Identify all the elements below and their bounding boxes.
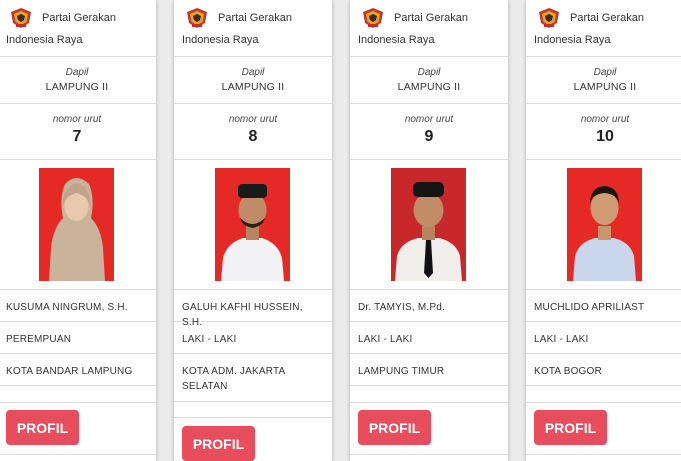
dapil-row: Dapil LAMPUNG II	[526, 57, 681, 104]
dapil-row: Dapil LAMPUNG II	[0, 57, 156, 104]
party-name-sub: Indonesia Raya	[534, 34, 611, 46]
party-logo-icon	[363, 8, 383, 28]
party-logo-icon	[539, 8, 559, 28]
gender-row: LAKI - LAKI	[526, 322, 681, 354]
nomor-value: 10	[596, 128, 614, 145]
candidate-photo	[39, 168, 114, 281]
photo-row	[174, 160, 332, 290]
candidate-photo	[215, 168, 290, 281]
photo-row	[350, 160, 508, 290]
party-row: Partai Gerakan Indonesia Raya	[174, 0, 332, 57]
region-row: KOTA BOGOR	[526, 354, 681, 386]
profil-button[interactable]: PROFIL	[534, 410, 607, 445]
dapil-value: LAMPUNG II	[45, 81, 109, 93]
gender-row: PEREMPUAN	[0, 322, 156, 354]
candidate-name: Dr. TAMYIS, M.Pd.	[358, 302, 445, 313]
candidate-card: Partai Gerakan Indonesia Raya Dapil LAMP…	[174, 0, 332, 461]
candidate-card: Partai Gerakan Indonesia Raya Dapil LAMP…	[0, 0, 156, 461]
region-row: KOTA ADM. JAKARTA SELATAN	[174, 354, 332, 402]
candidate-region: KOTA BOGOR	[534, 366, 602, 377]
gender-row: LAKI - LAKI	[174, 322, 332, 354]
gender-row: LAKI - LAKI	[350, 322, 508, 354]
nomor-label: nomor urut	[580, 114, 630, 125]
candidate-name: MUCHLIDO APRILIAST	[534, 302, 645, 313]
candidate-card: Partai Gerakan Indonesia Raya Dapil LAMP…	[350, 0, 508, 461]
candidate-region: KOTA BANDAR LAMPUNG	[6, 366, 133, 377]
nomor-label: nomor urut	[404, 114, 454, 125]
dapil-row: Dapil LAMPUNG II	[350, 57, 508, 104]
divider	[174, 402, 332, 418]
party-logo-icon	[187, 8, 207, 28]
divider	[526, 454, 681, 455]
party-name-sub: Indonesia Raya	[182, 34, 259, 46]
name-row: GALUH KAFHI HUSSEIN, S.H.	[174, 290, 332, 328]
nomor-row: nomor urut 9	[350, 104, 508, 160]
party-name: Partai Gerakan	[394, 12, 468, 24]
dapil-row: Dapil LAMPUNG II	[174, 57, 332, 104]
profil-button[interactable]: PROFIL	[358, 410, 431, 445]
party-logo-icon	[11, 8, 31, 28]
party-name: Partai Gerakan	[42, 12, 116, 24]
party-row: Partai Gerakan Indonesia Raya	[526, 0, 681, 57]
party-name: Partai Gerakan	[218, 12, 292, 24]
candidate-name: KUSUMA NINGRUM, S.H.	[6, 302, 128, 313]
nomor-label: nomor urut	[52, 114, 102, 125]
dapil-label: Dapil	[241, 67, 265, 78]
dapil-value: LAMPUNG II	[397, 81, 461, 93]
candidate-gender: LAKI - LAKI	[182, 334, 237, 345]
dapil-value: LAMPUNG II	[221, 81, 285, 93]
name-row: MUCHLIDO APRILIAST	[526, 290, 681, 322]
party-row: Partai Gerakan Indonesia Raya	[350, 0, 508, 57]
divider	[350, 386, 508, 403]
nomor-value: 7	[72, 128, 82, 145]
divider	[0, 454, 156, 455]
nomor-label: nomor urut	[228, 114, 278, 125]
profil-button[interactable]: PROFIL	[6, 410, 79, 445]
candidate-card: Partai Gerakan Indonesia Raya Dapil LAMP…	[526, 0, 681, 461]
candidate-region: KOTA ADM. JAKARTA SELATAN	[182, 366, 285, 392]
candidate-gender: LAKI - LAKI	[358, 334, 413, 345]
photo-row	[0, 160, 156, 290]
divider	[0, 386, 156, 403]
party-name-sub: Indonesia Raya	[358, 34, 435, 46]
dapil-label: Dapil	[65, 67, 89, 78]
nomor-value: 9	[424, 128, 434, 145]
photo-row	[526, 160, 681, 290]
name-row: KUSUMA NINGRUM, S.H.	[0, 290, 156, 322]
nomor-value: 8	[248, 128, 258, 145]
profil-button[interactable]: PROFIL	[182, 426, 255, 461]
divider	[350, 454, 508, 455]
candidate-gender: LAKI - LAKI	[534, 334, 589, 345]
region-row: KOTA BANDAR LAMPUNG	[0, 354, 156, 386]
party-row: Partai Gerakan Indonesia Raya	[0, 0, 156, 57]
candidate-photo	[391, 168, 466, 281]
party-name-sub: Indonesia Raya	[6, 34, 83, 46]
nomor-row: nomor urut 7	[0, 104, 156, 160]
nomor-row: nomor urut 8	[174, 104, 332, 160]
nomor-row: nomor urut 10	[526, 104, 681, 160]
candidate-photo	[567, 168, 642, 281]
name-row: Dr. TAMYIS, M.Pd.	[350, 290, 508, 322]
dapil-label: Dapil	[593, 67, 617, 78]
party-name: Partai Gerakan	[570, 12, 644, 24]
candidate-region: LAMPUNG TIMUR	[358, 366, 445, 377]
region-row: LAMPUNG TIMUR	[350, 354, 508, 386]
dapil-label: Dapil	[417, 67, 441, 78]
divider	[526, 386, 681, 403]
dapil-value: LAMPUNG II	[573, 81, 637, 93]
candidate-gender: PEREMPUAN	[6, 334, 72, 345]
